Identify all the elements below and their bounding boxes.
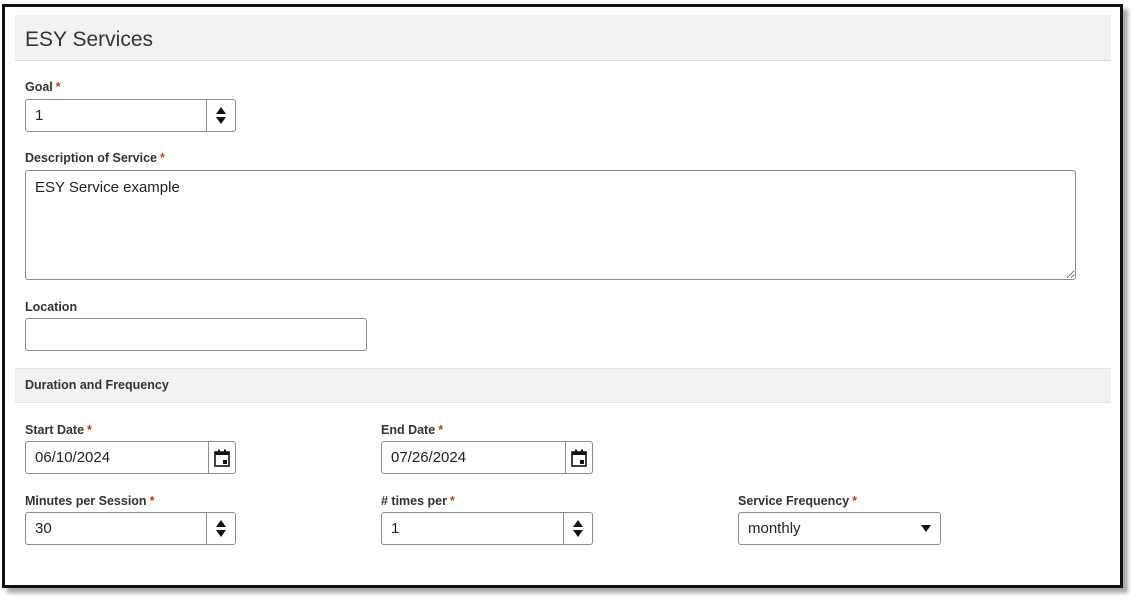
description-label-text: Description of Service	[25, 151, 157, 165]
goal-stepper[interactable]: 1	[25, 99, 236, 132]
location-label: Location	[25, 300, 77, 314]
spin-up-icon[interactable]	[216, 107, 226, 114]
required-marker: *	[438, 423, 444, 437]
start-date-label-text: Start Date	[25, 423, 85, 437]
chevron-down-icon	[921, 525, 931, 532]
service-frequency-label: Service Frequency *	[738, 494, 857, 508]
panel-header: ESY Services	[15, 15, 1111, 61]
minutes-per-session-label: Minutes per Session *	[25, 494, 154, 508]
required-marker: *	[55, 80, 61, 94]
minutes-per-session-value: 30	[35, 520, 52, 537]
start-date-input[interactable]: 06/10/2024	[25, 441, 236, 474]
times-per-spinner[interactable]	[563, 513, 592, 544]
goal-label-text: Goal	[25, 80, 53, 94]
end-date-value: 07/26/2024	[391, 449, 467, 466]
spin-down-icon[interactable]	[573, 530, 583, 537]
goal-spinner[interactable]	[206, 100, 235, 131]
location-input[interactable]	[25, 318, 367, 351]
goal-value: 1	[35, 107, 44, 124]
section-title: Duration and Frequency	[25, 378, 169, 392]
times-per-label: # times per *	[381, 494, 455, 508]
required-marker: *	[87, 423, 92, 437]
end-date-label-text: End Date	[381, 423, 436, 437]
start-date-value: 06/10/2024	[35, 449, 111, 466]
spin-down-icon[interactable]	[216, 530, 226, 537]
service-frequency-select[interactable]: monthly	[738, 512, 941, 545]
times-per-label-text: # times per	[381, 494, 448, 508]
required-marker: *	[450, 494, 455, 508]
calendar-icon	[571, 449, 587, 467]
minutes-per-session-label-text: Minutes per Session	[25, 494, 147, 508]
description-textarea[interactable]: ESY Service example	[25, 170, 1076, 280]
calendar-icon	[214, 449, 230, 467]
end-date-input[interactable]: 07/26/2024	[381, 441, 593, 474]
required-marker: *	[160, 151, 165, 165]
duration-section-header: Duration and Frequency	[15, 368, 1111, 403]
spin-up-icon[interactable]	[216, 520, 226, 527]
minutes-spinner[interactable]	[206, 513, 235, 544]
description-label: Description of Service *	[25, 151, 165, 165]
start-date-calendar-button[interactable]	[208, 442, 235, 473]
times-per-value: 1	[391, 520, 400, 537]
required-marker: *	[852, 494, 858, 508]
start-date-label: Start Date *	[25, 423, 92, 437]
end-date-calendar-button[interactable]	[565, 442, 592, 473]
goal-label: Goal *	[25, 80, 61, 94]
window-frame: ESY Services Goal * 1 Description of Serv…	[2, 4, 1123, 588]
spin-down-icon[interactable]	[216, 117, 226, 124]
minutes-per-session-stepper[interactable]: 30	[25, 512, 236, 545]
service-frequency-value: monthly	[748, 520, 801, 537]
times-per-stepper[interactable]: 1	[381, 512, 593, 545]
service-frequency-label-text: Service Frequency	[738, 494, 850, 508]
spin-up-icon[interactable]	[573, 520, 583, 527]
end-date-label: End Date *	[381, 423, 443, 437]
panel-title: ESY Services	[25, 28, 153, 51]
location-label-text: Location	[25, 300, 78, 314]
required-marker: *	[149, 494, 155, 508]
